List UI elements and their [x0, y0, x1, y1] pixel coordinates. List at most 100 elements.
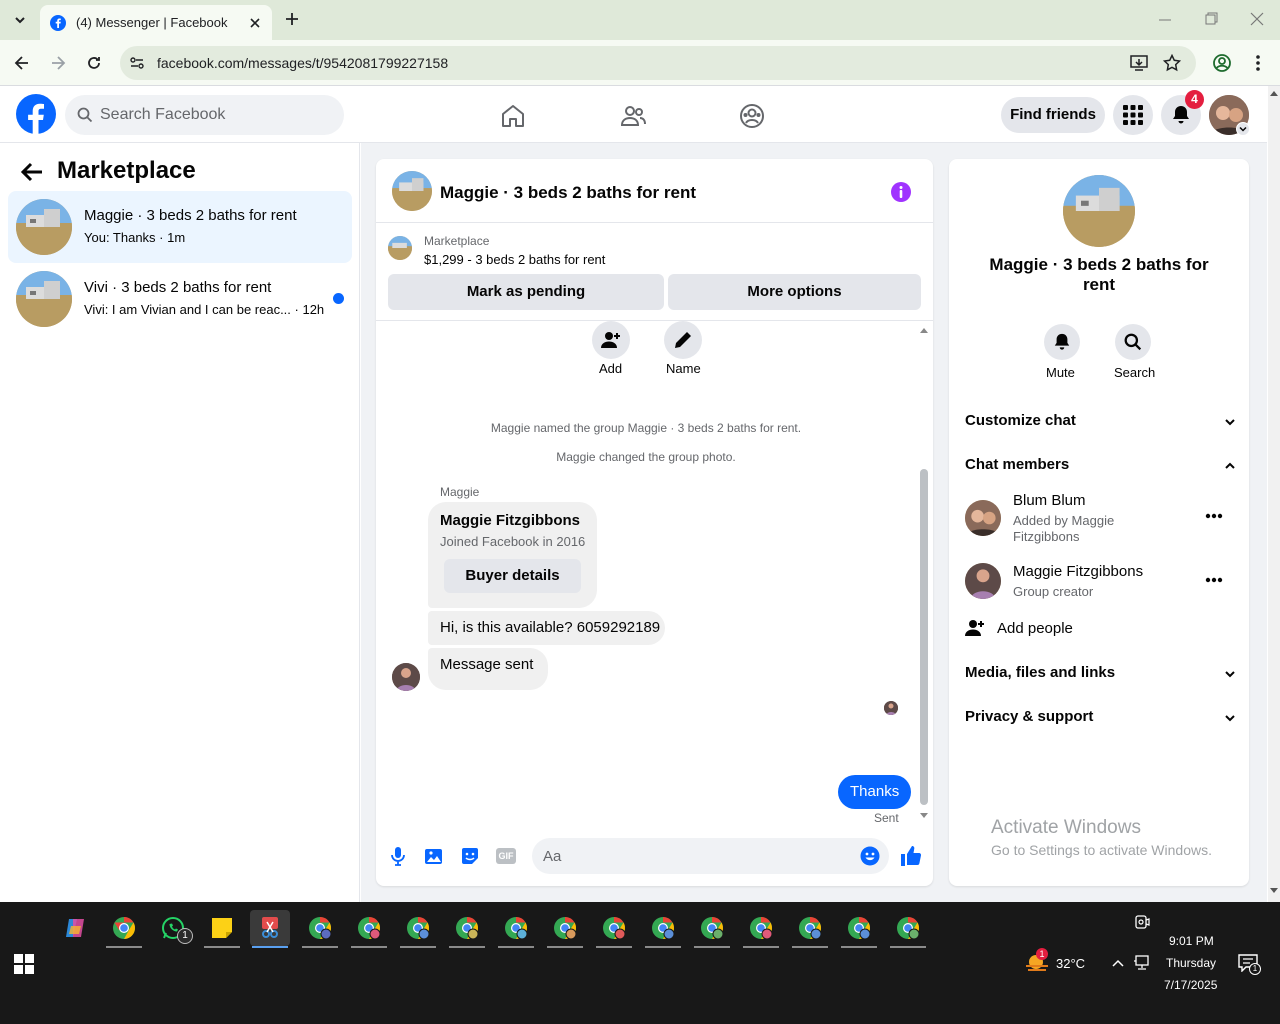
member-options-icon[interactable] — [1205, 513, 1223, 519]
conversation-item[interactable]: Vivi · 3 beds 2 baths for rent Vivi: I a… — [8, 263, 352, 335]
chat-scrollbar[interactable] — [918, 323, 930, 823]
weather-icon[interactable]: 1 — [1024, 948, 1050, 974]
add-people-button[interactable]: Add people — [997, 620, 1073, 637]
listing-info[interactable]: $1,299 - 3 beds 2 baths for rent — [424, 252, 605, 267]
customize-chat-row[interactable]: Customize chat — [965, 412, 1235, 429]
taskbar-copilot[interactable] — [55, 910, 95, 946]
media-files-row[interactable]: Media, files and links — [965, 664, 1235, 681]
taskbar-chrome-window[interactable] — [447, 910, 487, 948]
taskbar-chrome-window[interactable] — [643, 910, 683, 948]
message-input[interactable]: Aa — [532, 838, 889, 874]
thumbs-up-icon[interactable] — [900, 845, 922, 867]
member-avatar[interactable] — [965, 500, 1001, 536]
home-icon[interactable] — [499, 102, 527, 130]
mark-as-pending-button[interactable]: Mark as pending — [388, 274, 664, 310]
groups-icon[interactable] — [738, 102, 766, 130]
friends-icon[interactable] — [619, 102, 647, 130]
install-app-icon[interactable] — [1130, 54, 1148, 72]
taskbar-chrome-window[interactable] — [839, 910, 879, 948]
more-options-button[interactable]: More options — [668, 274, 921, 310]
address-bar[interactable]: facebook.com/messages/t/9542081799227158 — [120, 46, 1196, 80]
info-icon[interactable] — [890, 181, 912, 203]
taskbar-chrome-window[interactable] — [300, 910, 340, 948]
sticker-icon[interactable] — [460, 846, 480, 866]
forward-icon[interactable] — [48, 53, 68, 73]
facebook-logo-icon[interactable] — [16, 94, 56, 134]
notifications-button[interactable]: 4 — [1161, 90, 1204, 135]
conversation-item[interactable]: Maggie · 3 beds 2 baths for rent You: Th… — [8, 191, 352, 263]
taskbar-sticky-notes[interactable] — [202, 910, 242, 948]
browser-menu-icon[interactable] — [1250, 53, 1266, 73]
taskbar-chrome-window[interactable] — [545, 910, 585, 948]
message-bubble[interactable]: Message sent — [428, 648, 548, 690]
emoji-icon[interactable] — [860, 846, 880, 866]
meet-now-icon[interactable] — [1134, 914, 1150, 930]
sender-avatar[interactable] — [392, 663, 420, 691]
new-tab-icon[interactable] — [283, 10, 301, 28]
site-info-icon[interactable] — [129, 55, 145, 71]
group-avatar[interactable] — [1063, 175, 1135, 247]
hidden-icons-chevron-icon[interactable] — [1111, 958, 1125, 968]
chat-members-row[interactable]: Chat members — [965, 456, 1235, 473]
bookmark-star-icon[interactable] — [1163, 54, 1181, 72]
my-message-bubble[interactable]: Thanks — [838, 775, 912, 809]
listing-thumbnail[interactable] — [388, 236, 412, 260]
menu-grid-button[interactable] — [1113, 95, 1153, 135]
taskbar-chrome-window[interactable] — [888, 910, 928, 948]
start-windows-icon[interactable] — [14, 954, 34, 974]
member-avatar[interactable] — [965, 563, 1001, 599]
grid-icon — [1123, 105, 1143, 125]
action-center-icon[interactable]: 1 — [1238, 954, 1261, 975]
clock-day[interactable]: Thursday — [1166, 956, 1216, 970]
browser-tab[interactable]: (4) Messenger | Facebook — [40, 5, 272, 40]
sender-name: Maggie — [440, 485, 480, 499]
name-group-button[interactable] — [664, 321, 702, 359]
minimize-icon[interactable] — [1158, 12, 1172, 26]
mute-button[interactable] — [1044, 324, 1080, 360]
find-friends-button[interactable]: Find friends — [1001, 97, 1105, 133]
taskbar-chrome-window[interactable] — [692, 910, 732, 948]
message-bubble[interactable]: Hi, is this available? 6059292189 — [428, 611, 665, 645]
back-icon[interactable] — [12, 53, 32, 73]
taskbar-chrome-window[interactable] — [790, 910, 830, 948]
chat-members-label: Chat members — [965, 456, 1070, 473]
gif-icon[interactable]: GIF — [496, 848, 516, 864]
photo-icon[interactable] — [424, 846, 444, 866]
member-options-icon[interactable] — [1205, 577, 1223, 583]
reload-icon[interactable] — [84, 53, 104, 73]
taskbar-chrome-window[interactable] — [398, 910, 438, 948]
taskbar-snipping-tool[interactable] — [250, 910, 290, 948]
network-icon[interactable] — [1133, 955, 1151, 971]
tab-search-chevron-icon[interactable] — [10, 10, 30, 30]
back-arrow-icon[interactable] — [20, 161, 44, 183]
chat-info-panel: Maggie · 3 beds 2 baths for rent Mute Se… — [949, 159, 1249, 886]
clock-time[interactable]: 9:01 PM — [1169, 934, 1214, 948]
chat-header: Maggie · 3 beds 2 baths for rent — [376, 159, 933, 223]
profile-icon[interactable] — [1212, 53, 1232, 73]
taskbar-chrome-window[interactable] — [741, 910, 781, 948]
member-name[interactable]: Blum Blum — [1013, 492, 1086, 509]
taskbar-chrome-window[interactable] — [496, 910, 536, 948]
clock-date[interactable]: 7/17/2025 — [1164, 978, 1217, 992]
restore-icon[interactable] — [1204, 12, 1218, 26]
privacy-support-row[interactable]: Privacy & support — [965, 708, 1235, 725]
add-member-button[interactable] — [592, 321, 630, 359]
chevron-down-icon — [1225, 715, 1235, 722]
close-tab-icon[interactable] — [248, 16, 262, 30]
page-scrollbar[interactable] — [1268, 86, 1280, 902]
search-conversation-button[interactable] — [1115, 324, 1151, 360]
close-window-icon[interactable] — [1250, 12, 1264, 26]
member-name[interactable]: Maggie Fitzgibbons — [1013, 563, 1143, 580]
chat-avatar[interactable] — [392, 171, 432, 211]
chrome-icon — [554, 917, 577, 940]
microphone-icon[interactable] — [390, 846, 406, 866]
buyer-details-button[interactable]: Buyer details — [444, 559, 581, 593]
taskbar-chrome-window[interactable] — [349, 910, 389, 948]
chat-scroll-thumb[interactable] — [920, 469, 928, 805]
chat-title[interactable]: Maggie · 3 beds 2 baths for rent — [440, 183, 696, 203]
taskbar-whatsapp[interactable]: 1 — [153, 910, 193, 946]
account-chevron-icon[interactable] — [1236, 122, 1250, 136]
taskbar-chrome[interactable] — [104, 910, 144, 948]
taskbar-chrome-window[interactable] — [594, 910, 634, 948]
facebook-search-input[interactable]: Search Facebook — [65, 95, 344, 135]
